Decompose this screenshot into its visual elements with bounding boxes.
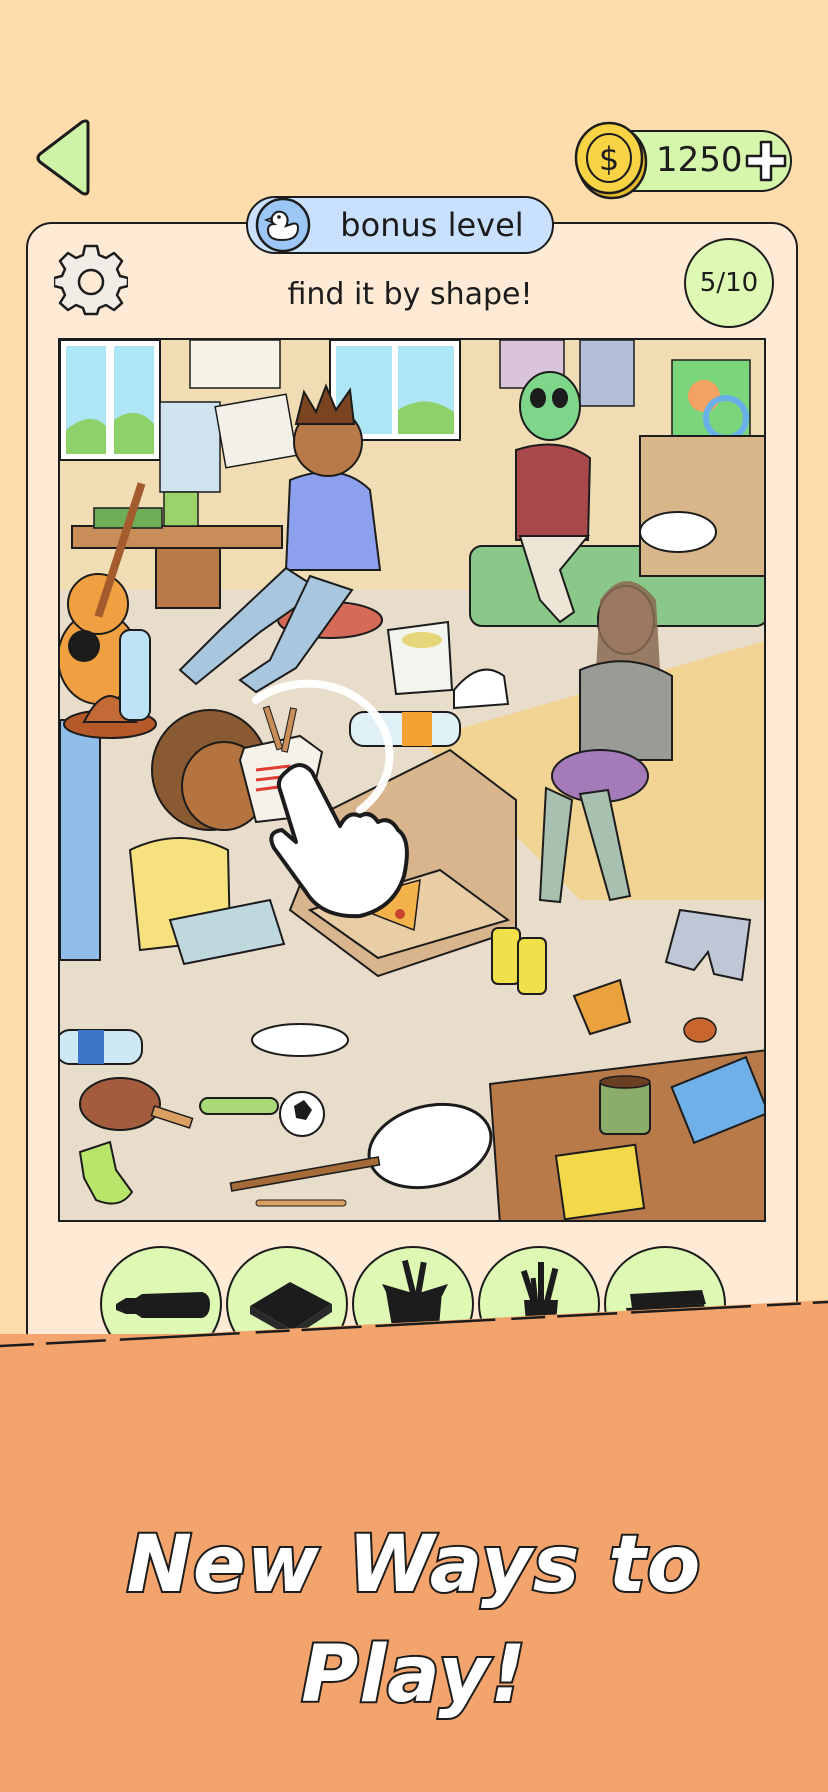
plus-icon bbox=[745, 140, 787, 182]
duck-icon bbox=[252, 196, 314, 254]
hidden-object-scene[interactable] bbox=[58, 338, 766, 1222]
back-triangle-icon bbox=[36, 119, 90, 196]
back-button[interactable] bbox=[34, 118, 98, 198]
progress-text: 5/10 bbox=[699, 268, 759, 298]
promo-title: New Ways to Play! bbox=[125, 1518, 703, 1722]
gear-icon bbox=[52, 244, 130, 316]
svg-text:$: $ bbox=[599, 140, 619, 178]
settings-button[interactable] bbox=[52, 244, 130, 318]
dollar-coin-icon: $ bbox=[574, 120, 648, 200]
bonus-level-label: bonus level bbox=[340, 206, 524, 244]
instruction-text: find it by shape! bbox=[287, 277, 533, 312]
coin-count: 1250 bbox=[656, 140, 743, 180]
add-coins-button[interactable] bbox=[742, 136, 790, 186]
window-left bbox=[60, 340, 161, 461]
